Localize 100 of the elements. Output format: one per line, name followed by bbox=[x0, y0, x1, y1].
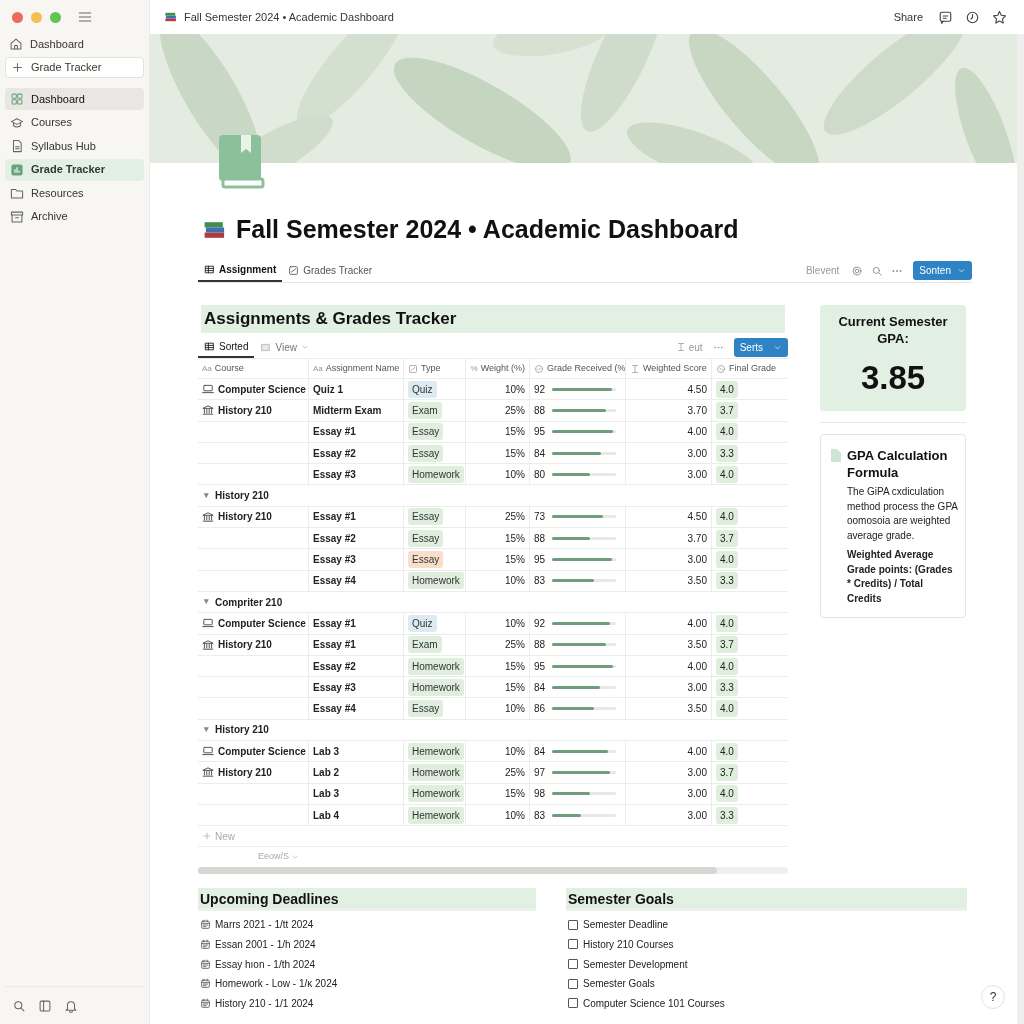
course-cell[interactable]: History 210 bbox=[218, 402, 272, 418]
column-header[interactable]: Grade Received (% bbox=[530, 359, 626, 378]
toolbar-label: eut bbox=[688, 340, 703, 355]
page-title: Fall Semester 2024 • Academic Dashboard bbox=[184, 9, 394, 25]
calendar-icon bbox=[200, 938, 211, 950]
plus-icon bbox=[11, 61, 24, 74]
table-cell-text: 92 bbox=[534, 616, 547, 631]
window-control[interactable] bbox=[12, 11, 23, 23]
star-icon[interactable] bbox=[992, 9, 1007, 25]
column-header[interactable]: Type bbox=[404, 359, 466, 378]
calendar-icon bbox=[200, 919, 211, 931]
table-cell-text: 97 bbox=[534, 766, 547, 780]
table-cell-text: 15% bbox=[505, 425, 525, 440]
course-cell[interactable]: History 210 bbox=[218, 765, 272, 780]
goal-item: Computer Science 101 Courses bbox=[583, 996, 725, 1011]
view-tab[interactable]: Assignment bbox=[198, 259, 283, 282]
sidebar-item[interactable]: Archive bbox=[5, 205, 144, 228]
table-cell-text: 25% bbox=[505, 638, 525, 653]
course-cell[interactable]: Computer Science bbox=[218, 615, 306, 631]
bell-icon[interactable] bbox=[64, 998, 78, 1013]
type-tag: Essay bbox=[408, 423, 444, 441]
deadline-item: Homework - Low - 1/ĸ 2024 bbox=[215, 977, 338, 992]
gear-icon[interactable] bbox=[851, 264, 864, 277]
search-icon[interactable] bbox=[12, 998, 26, 1013]
grade-badge: 4.0 bbox=[716, 423, 738, 441]
formula-text: Weighted Average Grade points: (Grades * Credits) / Total Credits bbox=[847, 547, 954, 606]
comment-icon[interactable] bbox=[938, 9, 953, 25]
table-cell-text: 95 bbox=[534, 659, 547, 674]
view-tab[interactable]: Sorted bbox=[198, 336, 255, 358]
column-header[interactable]: % Weight (%) bbox=[466, 359, 530, 378]
caret-icon bbox=[300, 343, 309, 351]
checkbox[interactable] bbox=[568, 978, 578, 989]
column-header[interactable]: Aa Assignment Name bbox=[309, 359, 404, 378]
checkbox[interactable] bbox=[568, 919, 578, 930]
vertical-scrollbar[interactable] bbox=[1017, 34, 1024, 1024]
text-cursor-icon bbox=[630, 363, 640, 374]
table-cell-text: 4.00 bbox=[687, 425, 707, 440]
help-button[interactable]: ? bbox=[981, 985, 1005, 1009]
sidebar-item[interactable]: Resources bbox=[5, 182, 144, 204]
grade-badge: 3.3 bbox=[716, 678, 738, 696]
grade-badge: 4.0 bbox=[716, 742, 738, 760]
table-cell-text: 4.50 bbox=[687, 382, 707, 397]
course-cell[interactable]: History 210 bbox=[218, 637, 272, 653]
horizontal-scrollbar[interactable] bbox=[198, 867, 788, 875]
course-cell[interactable]: Computer Science bbox=[218, 381, 306, 397]
column-title: Course bbox=[214, 361, 244, 375]
sidebar-item[interactable]: Dashboard bbox=[5, 88, 144, 110]
new-page-button[interactable]: Grade Tracker bbox=[5, 57, 144, 78]
table-cell-text: 15% bbox=[505, 659, 525, 674]
type-tag: Essay bbox=[408, 444, 444, 462]
type-tag: Hemework bbox=[408, 742, 464, 760]
course-cell[interactable]: History 210 bbox=[218, 509, 272, 525]
grade-badge: 3.7 bbox=[716, 401, 738, 419]
folder-icon bbox=[10, 186, 24, 200]
page-heading: Fall Semester 2024 • Academic Dashboard bbox=[236, 214, 739, 246]
table-cell-text: 25% bbox=[505, 766, 525, 780]
type-tag: Quiz bbox=[408, 380, 437, 398]
view-tab[interactable]: Grades Tracker bbox=[282, 259, 379, 282]
caret-icon bbox=[291, 853, 300, 862]
checkbox[interactable] bbox=[568, 939, 578, 950]
checkbox[interactable] bbox=[568, 959, 578, 970]
course-cell[interactable]: Computer Science bbox=[218, 743, 306, 759]
column-header[interactable]: Weighted Score bbox=[626, 359, 712, 378]
grade-badge: 3.3 bbox=[716, 806, 738, 824]
building-icon bbox=[202, 404, 214, 417]
table-cell-text: Essay #3 bbox=[313, 680, 356, 695]
table-cell-text: 86 bbox=[534, 702, 547, 717]
column-type-icon: Aa bbox=[313, 362, 323, 375]
panel-icon[interactable] bbox=[38, 998, 52, 1013]
building-icon bbox=[202, 766, 214, 779]
toggle-triangle[interactable]: ▾ bbox=[204, 488, 209, 503]
checkbox[interactable] bbox=[568, 998, 578, 1009]
type-tag: Exam bbox=[408, 401, 442, 419]
sidebar-item[interactable]: Courses bbox=[5, 111, 144, 134]
toggle-triangle[interactable]: ▾ bbox=[204, 595, 209, 609]
sidebar-item[interactable]: Grade Tracker bbox=[5, 158, 144, 181]
type-tag: Homework bbox=[408, 785, 464, 803]
view-tab[interactable]: View bbox=[254, 336, 315, 358]
column-header[interactable]: Final Grade bbox=[712, 359, 788, 378]
dropdown-button[interactable]: Sonten bbox=[913, 261, 972, 280]
checkbox-icon bbox=[408, 363, 418, 374]
column-header[interactable]: Aa Course bbox=[198, 359, 309, 378]
clock-icon[interactable] bbox=[965, 9, 980, 25]
toggle-triangle[interactable]: ▾ bbox=[204, 723, 209, 737]
table-cell-text: Essay #1 bbox=[313, 616, 356, 631]
table-cell-text: 73 bbox=[534, 510, 547, 525]
grade-badge: 3.7 bbox=[716, 764, 738, 781]
share-button[interactable]: Share bbox=[893, 8, 923, 26]
type-tag: Essay bbox=[408, 529, 444, 547]
table-cell-text: 3.00 bbox=[687, 766, 707, 780]
search-icon[interactable] bbox=[871, 264, 884, 277]
grid-icon bbox=[10, 92, 24, 106]
table-cell-text: 84 bbox=[534, 744, 547, 759]
table-cell-text: Quiz 1 bbox=[313, 382, 343, 397]
dropdown-button[interactable]: Serts bbox=[733, 337, 788, 357]
table-cell-text: 83 bbox=[534, 574, 547, 589]
sidebar-item[interactable]: Syllabus Hub bbox=[5, 135, 144, 157]
sidebar-item[interactable]: Dashboard bbox=[5, 34, 144, 54]
goal-item: Semester Development bbox=[583, 957, 688, 972]
table-cell-text: Essay #4 bbox=[313, 574, 356, 589]
